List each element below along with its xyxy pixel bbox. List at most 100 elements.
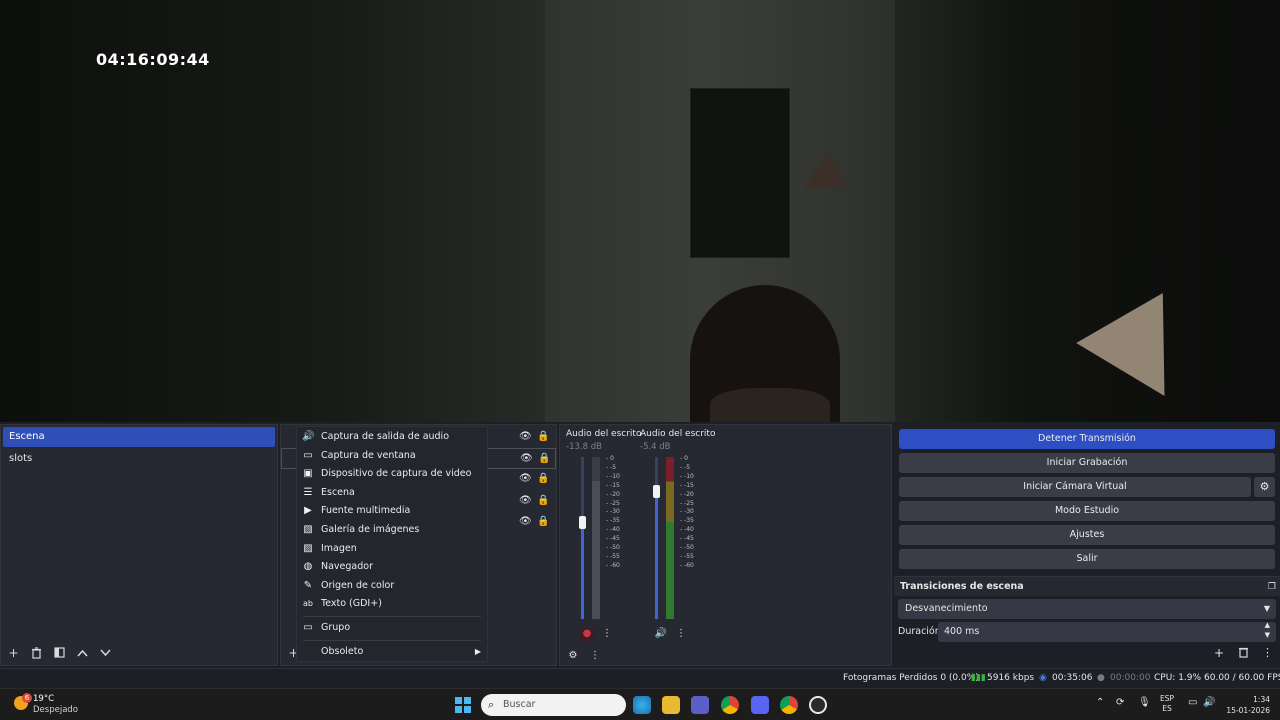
menu-item-browser[interactable]: ◍ Navegador [297,558,487,577]
menu-item-text-gdi[interactable]: ab Texto (GDI+) [297,595,487,614]
remove-scene-button[interactable] [28,644,45,661]
meter-tick-label: - -45 [606,535,620,543]
windows-start-icon[interactable] [455,697,471,713]
trash-icon [1239,647,1248,658]
network-icon[interactable]: ▭ [1188,697,1197,708]
meter-tick-label: - -35 [680,517,694,525]
microphone-icon[interactable]: 🎙 [1138,697,1151,708]
meter-tick-label: - -20 [680,490,694,498]
file-explorer-icon[interactable] [662,696,680,714]
add-transition-button[interactable]: + [1214,646,1224,660]
meter-tick-label: - -25 [680,499,694,507]
menu-item-image[interactable]: ▨ Imagen [297,540,487,559]
chevron-down-icon: ▼ [1263,604,1270,613]
meter-tick-label: - -60 [680,561,694,569]
volume-fader[interactable] [581,457,584,619]
float-dock-icon[interactable]: ❐ [1268,577,1276,597]
gallery-icon: ▧ [303,523,313,535]
remove-transition-button[interactable] [1238,646,1249,661]
settings-button[interactable]: Ajustes [899,525,1275,545]
channel-menu-button[interactable]: ⋮ [674,627,688,641]
duration-label: Duración [898,626,941,637]
scenes-toolbar: + [5,644,114,661]
menu-item-deprecated[interactable]: Obsoleto ▶ [297,643,487,662]
transition-select[interactable]: Desvanecimiento ▼ [898,599,1276,619]
chrome-icon[interactable] [780,696,798,714]
mixer-channel: Audio del escrito -5.4 dB [640,429,715,452]
menu-item-scene[interactable]: ☰ Escena [297,484,487,503]
stream-time: 00:35:06 [1052,673,1093,683]
visibility-eye-icon[interactable]: 👁 [519,516,532,528]
menu-item-media-source[interactable]: ▶ Fuente multimedia [297,502,487,521]
studio-mode-button[interactable]: Modo Estudio [899,501,1275,521]
volume-icon[interactable]: 🔊 [1203,697,1215,708]
menu-item-video-capture-device[interactable]: ▣ Dispositivo de captura de video [297,465,487,484]
taskbar-clock[interactable]: 1:34 15-01-2026 [1222,694,1270,716]
meter-tick-label: - -35 [606,517,620,525]
lock-icon[interactable]: 🔒 [538,453,550,465]
move-scene-up-button[interactable] [74,644,91,661]
search-icon: ⌕ [488,698,495,711]
meter-tick-label: - -45 [680,535,694,543]
meter-tick-label: - -50 [606,544,620,552]
stop-streaming-button[interactable]: Detener Transmisión [899,429,1275,449]
add-scene-button[interactable]: + [5,644,22,661]
meter-tick-label: - -55 [606,552,620,560]
scene-item[interactable]: Escena [3,427,275,447]
volume-fader-handle[interactable] [579,516,586,529]
lock-icon[interactable]: 🔒 [537,495,549,507]
scene-icon: ☰ [303,486,313,498]
language-indicator[interactable]: ESP ES [1160,694,1174,714]
exit-button[interactable]: Salir [899,549,1275,569]
meter-tick-label: - -15 [606,481,620,489]
move-scene-down-button[interactable] [97,644,114,661]
chevron-up-icon[interactable]: ⌃ [1096,697,1104,708]
audio-mixer-panel: Audio del escrito -13.8 dB - 0- -5- -10-… [559,424,892,666]
lock-icon[interactable]: 🔒 [537,516,549,528]
mute-button[interactable]: ● [580,627,594,641]
mute-button[interactable]: 🔊 [654,627,668,641]
add-source-context-menu: 🔊 Captura de salida de audio ▭ Captura de … [296,426,488,662]
lock-icon[interactable]: 🔒 [537,473,549,485]
menu-item-audio-output-capture[interactable]: 🔊 Captura de salida de audio [297,428,487,447]
visibility-eye-icon[interactable]: 👁 [519,473,532,485]
scene-filters-button[interactable] [51,644,68,661]
mixer-settings-gear-icon[interactable]: ⚙ [566,649,580,663]
start-virtual-camera-button[interactable]: Iniciar Cámara Virtual [899,477,1251,497]
folder-icon: ▭ [303,621,313,633]
visibility-eye-icon[interactable]: 👁 [519,495,532,507]
menu-item-window-capture[interactable]: ▭ Captura de ventana [297,447,487,466]
meter-scale: - 0- -5- -10- -15- -20- -25- -30- -35- -… [606,455,620,571]
weather-description: Despejado [33,705,78,715]
menu-item-image-slideshow[interactable]: ▧ Galería de imágenes [297,521,487,540]
spinner-arrows-icon[interactable]: ▲ ▼ [1265,620,1270,640]
start-recording-button[interactable]: Iniciar Grabación [899,453,1275,473]
lock-icon[interactable]: 🔒 [537,431,549,443]
volume-fader-handle[interactable] [653,485,660,498]
visibility-eye-icon[interactable]: 👁 [520,453,533,465]
visibility-eye-icon[interactable]: 👁 [519,431,532,443]
discord-icon[interactable] [751,696,769,714]
image-icon: ▨ [303,542,313,554]
mixer-menu-button[interactable]: ⋮ [588,649,602,663]
virtual-camera-settings-gear-icon[interactable]: ⚙ [1254,477,1275,497]
brush-icon: ✎ [303,579,313,591]
chrome-icon[interactable] [721,696,739,714]
transition-menu-button[interactable]: ⋮ [1262,646,1273,659]
channel-db: -5.4 dB [640,442,671,452]
mixer-channel: Audio del escrito -13.8 dB [566,429,641,452]
menu-separator [303,639,481,641]
channel-menu-button[interactable]: ⋮ [600,627,614,641]
scene-item[interactable]: slots [3,449,275,469]
volume-fader[interactable] [655,457,658,619]
sync-icon[interactable]: ⟳ [1116,697,1124,708]
bitrate: 5916 kbps [987,673,1035,683]
edge-icon[interactable] [633,696,651,714]
submenu-arrow-icon: ▶ [474,646,481,656]
teams-icon[interactable] [691,696,709,714]
duration-input[interactable]: 400 ms ▲ ▼ [938,620,1276,642]
taskbar-search[interactable]: ⌕ Buscar [481,694,626,716]
menu-item-group[interactable]: ▭ Grupo [297,619,487,638]
obs-icon[interactable] [809,696,827,714]
menu-item-color-source[interactable]: ✎ Origen de color [297,577,487,596]
